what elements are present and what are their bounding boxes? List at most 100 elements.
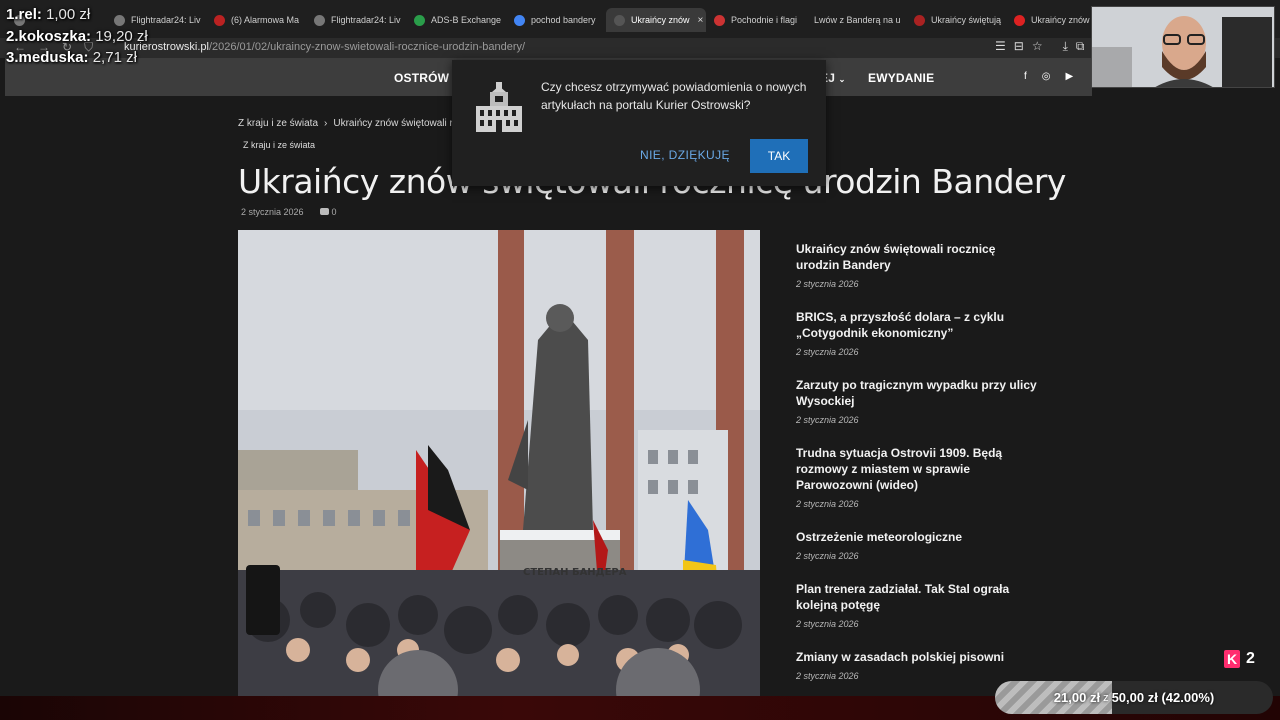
leaderboard-amount: 2,71 zł bbox=[92, 49, 137, 66]
leaderboard-amount: 1,00 zł bbox=[46, 6, 91, 23]
webcam-overlay bbox=[1091, 6, 1275, 88]
extensions-icon[interactable]: ⧉ bbox=[1076, 39, 1085, 54]
browser-tab[interactable]: Flightradar24: Liv bbox=[306, 8, 406, 32]
browser-tab[interactable]: pochod bandery bbox=[506, 8, 606, 32]
post-date: 2 stycznia 2026 bbox=[796, 551, 859, 561]
notification-message: Czy chcesz otrzymywać powiadomienia o no… bbox=[541, 80, 807, 112]
tab-label: Ukraińcy świętują bbox=[931, 15, 1002, 25]
tab-favicon-icon bbox=[514, 14, 525, 26]
browser-tab-bar: Flightradar24: Liv (6) Alarmowa Ma Fligh… bbox=[0, 0, 1280, 38]
article-photo: СТЕПАН БАНДЕРА bbox=[238, 230, 760, 696]
download-icon[interactable]: ⤓ bbox=[1063, 39, 1068, 54]
tab-favicon-icon bbox=[114, 14, 125, 26]
tab-label: Ukraińcy znów bbox=[631, 15, 690, 25]
category-tag[interactable]: Z kraju i ze świata bbox=[243, 140, 315, 150]
post-date: 2 stycznia 2026 bbox=[796, 619, 859, 629]
star-icon[interactable]: ☆ bbox=[1032, 39, 1043, 54]
accept-button[interactable]: TAK bbox=[750, 139, 808, 173]
leaderboard-amount: 19,20 zł bbox=[95, 28, 148, 45]
leaderboard-entry: 2.kokoszka: 19,20 zł bbox=[6, 28, 148, 45]
post-title[interactable]: Trudna sytuacja Ostrovii 1909. Będą rozm… bbox=[796, 445, 1041, 493]
browser-tab[interactable]: (6) Alarmowa Ma bbox=[206, 8, 306, 32]
tab-label: Lwów z Banderą na u bbox=[814, 15, 901, 25]
post-date: 2 stycznia 2026 bbox=[796, 347, 859, 357]
breadcrumb-home[interactable]: Z kraju i ze świata bbox=[238, 118, 318, 129]
article-area: Z kraju i ze świata › Ukraińcy znów święto… bbox=[5, 96, 1092, 696]
post-title[interactable]: Plan trenera zadziałał. Tak Stal ograła … bbox=[796, 581, 1041, 613]
town-hall-logo bbox=[470, 78, 528, 138]
goal-current: 21,00 zł bbox=[1053, 690, 1101, 705]
tab-favicon-icon bbox=[414, 14, 425, 26]
donation-goal-text: 21,00 zł z 50,00 zł (42.00%) bbox=[995, 681, 1273, 714]
article-meta: 2 stycznia 2026 0 bbox=[241, 207, 337, 217]
tab-favicon-icon bbox=[914, 14, 925, 26]
leaderboard-entry: 3.meduska: 2,71 zł bbox=[6, 49, 137, 66]
leaderboard-name: 3.meduska: bbox=[6, 49, 89, 66]
browser-tab[interactable]: Lwów z Banderą na u bbox=[806, 8, 906, 32]
close-icon[interactable]: × bbox=[698, 15, 704, 26]
list-item[interactable]: Trudna sytuacja Ostrovii 1909. Będą rozm… bbox=[796, 445, 1041, 509]
youtube-icon[interactable]: ▶ bbox=[1066, 71, 1074, 82]
post-title[interactable]: Ostrzeżenie meteorologiczne bbox=[796, 529, 1041, 545]
post-title[interactable]: Zarzuty po tragicznym wypadku przy ulicy… bbox=[796, 377, 1041, 409]
post-date: 2 stycznia 2026 bbox=[796, 671, 859, 681]
decline-button[interactable]: NIE, DZIĘKUJĘ bbox=[640, 148, 730, 162]
list-item[interactable]: Ostrzeżenie meteorologiczne 2 stycznia 2… bbox=[796, 529, 1041, 561]
browser-tab[interactable]: ADS-B Exchange bbox=[406, 8, 506, 32]
breadcrumb-current: Ukraińcy znów świętowali roczi bbox=[333, 118, 471, 129]
tab-label: pochod bandery bbox=[531, 15, 596, 25]
comment-count[interactable]: 0 bbox=[319, 207, 337, 217]
browser-tab[interactable]: Ukraińcy świętują bbox=[906, 8, 1006, 32]
list-item[interactable]: Plan trenera zadziałał. Tak Stal ograła … bbox=[796, 581, 1041, 629]
post-date: 2 stycznia 2026 bbox=[796, 415, 859, 425]
goal-percent: (42.00%) bbox=[1161, 690, 1215, 705]
browser-tab[interactable]: Ukraińcy znów ś bbox=[1006, 8, 1092, 32]
chevron-down-icon: ⌄ bbox=[838, 75, 846, 84]
post-title[interactable]: Ukraińcy znów świętowali rocznicę urodzi… bbox=[796, 241, 1041, 273]
tab-favicon-icon bbox=[314, 14, 325, 26]
monument-inscription: СТЕПАН БАНДЕРА bbox=[523, 567, 627, 578]
tab-label: (6) Alarmowa Ma bbox=[231, 15, 300, 25]
browser-tab-active[interactable]: Ukraińcy znów × bbox=[606, 8, 706, 32]
save-icon[interactable]: ⊟ bbox=[1014, 39, 1024, 54]
list-item[interactable]: BRICS, a przyszłość dolara – z cyklu „Co… bbox=[796, 309, 1041, 357]
goal-target: 50,00 zł bbox=[1111, 690, 1158, 705]
url-input[interactable]: kurierostrowski.pl/2026/01/02/ukraincy-z… bbox=[124, 41, 525, 53]
article-date: 2 stycznia 2026 bbox=[241, 207, 304, 217]
post-title[interactable]: BRICS, a przyszłość dolara – z cyklu „Co… bbox=[796, 309, 1041, 341]
browser-tab[interactable]: Pochodnie i flagi bbox=[706, 8, 806, 32]
tab-favicon-icon bbox=[714, 14, 725, 26]
url-path: /2026/01/02/ukraincy-znow-swietowali-roc… bbox=[208, 41, 526, 53]
leaderboard-name: 1.rel: bbox=[6, 6, 42, 23]
tab-favicon-icon bbox=[1014, 14, 1025, 26]
notification-prompt: Czy chcesz otrzymywać powiadomienia o no… bbox=[452, 60, 826, 186]
list-item[interactable]: Zmiany w zasadach polskiej pisowni 2 sty… bbox=[796, 649, 1041, 681]
viewer-badge: K 2 bbox=[1224, 650, 1255, 668]
nav-item-ewydanie[interactable]: EWYDANIE bbox=[868, 71, 934, 85]
viewer-count: 2 bbox=[1246, 650, 1255, 667]
social-links: f ◎ ▶ bbox=[1024, 71, 1073, 82]
kick-icon: K bbox=[1224, 650, 1240, 668]
monument-photo-illustration: СТЕПАН БАНДЕРА bbox=[238, 230, 760, 696]
tab-label: Ukraińcy znów ś bbox=[1031, 15, 1092, 25]
post-title[interactable]: Zmiany w zasadach polskiej pisowni bbox=[796, 649, 1041, 665]
donation-goal-bar: 21,00 zł z 50,00 zł (42.00%) bbox=[995, 681, 1273, 714]
nav-item-ostrow[interactable]: OSTRÓW bbox=[394, 71, 449, 85]
comment-icon bbox=[319, 208, 329, 215]
sidebar-recent-posts: Ukraińcy znów świętowali rocznicę urodzi… bbox=[796, 241, 1041, 701]
breadcrumb: Z kraju i ze świata › Ukraińcy znów święto… bbox=[238, 118, 471, 129]
post-date: 2 stycznia 2026 bbox=[796, 499, 859, 509]
tab-label: Flightradar24: Liv bbox=[331, 15, 401, 25]
list-item[interactable]: Zarzuty po tragicznym wypadku przy ulicy… bbox=[796, 377, 1041, 425]
tab-label: Flightradar24: Liv bbox=[131, 15, 201, 25]
leaderboard-entry: 1.rel: 1,00 zł bbox=[6, 6, 90, 23]
tab-favicon-icon bbox=[614, 14, 625, 26]
list-item[interactable]: Ukraińcy znów świętowali rocznicę urodzi… bbox=[796, 241, 1041, 289]
facebook-icon[interactable]: f bbox=[1024, 71, 1027, 82]
reader-icon[interactable]: ☰ bbox=[995, 39, 1006, 54]
streamer-webcam-illustration bbox=[1092, 7, 1274, 87]
post-date: 2 stycznia 2026 bbox=[796, 279, 859, 289]
address-bar: ← → ↻ ⛉ kurierostrowski.pl/2026/01/02/uk… bbox=[0, 38, 1280, 58]
instagram-icon[interactable]: ◎ bbox=[1042, 71, 1051, 82]
comment-count-value: 0 bbox=[331, 207, 337, 217]
